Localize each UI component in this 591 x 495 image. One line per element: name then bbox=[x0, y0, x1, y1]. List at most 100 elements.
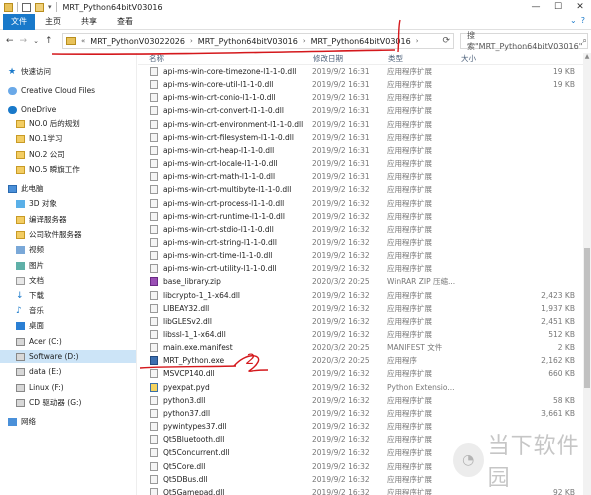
chevron-down-icon[interactable]: ▾ bbox=[48, 3, 52, 11]
file-row[interactable]: libssl-1_1-x64.dll 2019/9/2 16:32 应用程序扩展 51… bbox=[138, 328, 583, 341]
file-row[interactable]: libcrypto-1_1-x64.dll 2019/9/2 16:32 应用程序扩… bbox=[138, 289, 583, 302]
file-row[interactable]: LIBEAY32.dll 2019/9/2 16:32 应用程序扩展 1,937 KB bbox=[138, 302, 583, 315]
chevron-right-icon[interactable]: › bbox=[414, 37, 421, 45]
column-type[interactable]: 类型 bbox=[388, 53, 403, 64]
sidebar-item-folder[interactable]: 编译服务器 bbox=[16, 213, 67, 226]
sidebar-item-label: 网络 bbox=[21, 417, 36, 426]
file-row[interactable]: python37.dll 2019/9/2 16:32 应用程序扩展 3,661 KB bbox=[138, 407, 583, 420]
breadcrumb[interactable]: MRT_Python64bitV03016 bbox=[195, 37, 301, 46]
sidebar-item-pictures[interactable]: 图片 bbox=[16, 259, 44, 272]
breadcrumb[interactable]: MRT_Python64bitV03016 bbox=[308, 37, 414, 46]
sidebar-item-drive-e[interactable]: data (E:) bbox=[16, 365, 61, 378]
sidebar-item-folder[interactable]: NO.2 公司 bbox=[16, 148, 65, 161]
sidebar-item-music[interactable]: ♪ 音乐 bbox=[16, 304, 44, 317]
back-arrow-icon[interactable]: ← bbox=[6, 36, 14, 46]
address-bar[interactable]: « MRT_PythonV03022026 › MRT_Python64bitV… bbox=[62, 33, 454, 49]
sidebar-item-desktop[interactable]: 桌面 bbox=[16, 319, 44, 332]
sidebar-item-network[interactable]: 网络 bbox=[8, 415, 36, 428]
file-row[interactable]: api-ms-win-crt-time-l1-1-0.dll 2019/9/2 1… bbox=[138, 249, 583, 262]
properties-icon[interactable] bbox=[22, 2, 31, 12]
column-date[interactable]: 修改日期 bbox=[313, 53, 343, 64]
file-row[interactable]: api-ms-win-crt-string-l1-1-0.dll 2019/9/2… bbox=[138, 236, 583, 249]
file-row[interactable]: api-ms-win-crt-process-l1-1-0.dll 2019/9/… bbox=[138, 197, 583, 210]
file-date: 2019/9/2 16:32 bbox=[312, 264, 370, 274]
file-row[interactable]: api-ms-win-crt-stdio-l1-1-0.dll 2019/9/2 … bbox=[138, 223, 583, 236]
file-date: 2019/9/2 16:31 bbox=[312, 119, 370, 129]
sidebar-item-downloads[interactable]: ↓ 下载 bbox=[16, 289, 44, 302]
quick-access-toolbar: ▾ bbox=[0, 2, 57, 12]
file-row[interactable]: base_library.zip 2020/3/2 20:25 WinRAR ZIP… bbox=[138, 275, 583, 288]
new-folder-icon[interactable] bbox=[35, 2, 44, 12]
column-name[interactable]: 名称 bbox=[149, 53, 164, 64]
separator bbox=[55, 2, 57, 12]
file-row[interactable]: api-ms-win-core-util-l1-1-0.dll 2019/9/2 … bbox=[138, 78, 583, 91]
help-icon[interactable]: ? bbox=[581, 16, 585, 25]
sidebar-item-onedrive[interactable]: OneDrive bbox=[8, 103, 56, 116]
expand-ribbon-icon[interactable]: ⌄ bbox=[570, 16, 577, 25]
tab-home[interactable]: 主页 bbox=[35, 16, 71, 27]
file-row[interactable]: api-ms-win-crt-heap-l1-1-0.dll 2019/9/2 1… bbox=[138, 144, 583, 157]
sidebar-item-videos[interactable]: 视频 bbox=[16, 243, 44, 256]
chevron-right-icon[interactable]: › bbox=[301, 37, 308, 45]
tab-share[interactable]: 共享 bbox=[71, 16, 107, 27]
sidebar-item-3d-objects[interactable]: 3D 对象 bbox=[16, 197, 57, 210]
file-name: Qt5Concurrent.dll bbox=[163, 448, 230, 458]
minimize-button[interactable]: — bbox=[525, 0, 547, 14]
file-icon bbox=[150, 67, 158, 76]
sidebar-item-drive-g[interactable]: CD 驱动器 (G:) bbox=[16, 396, 81, 409]
file-row[interactable]: libGLESv2.dll 2019/9/2 16:32 应用程序扩展 2,451 K… bbox=[138, 315, 583, 328]
close-button[interactable]: ✕ bbox=[569, 0, 591, 14]
chevron-left-icon[interactable]: « bbox=[79, 37, 87, 45]
chevron-right-icon[interactable]: › bbox=[188, 37, 195, 45]
sidebar-item-creative-cloud[interactable]: Creative Cloud Files bbox=[8, 84, 95, 97]
file-row[interactable]: api-ms-win-crt-multibyte-l1-1-0.dll 2019/… bbox=[138, 183, 583, 196]
ribbon-right: ⌄ ? bbox=[570, 16, 585, 25]
file-row[interactable]: api-ms-win-crt-conio-l1-1-0.dll 2019/9/2 … bbox=[138, 91, 583, 104]
sidebar-item-folder[interactable]: NO.0 后的规划 bbox=[16, 117, 80, 130]
sidebar-item-drive-c[interactable]: Acer (C:) bbox=[16, 335, 62, 348]
folder-icon bbox=[16, 165, 25, 174]
recent-chevron-icon[interactable]: ⌄ bbox=[33, 37, 39, 45]
file-row[interactable]: MSVCP140.dll 2019/9/2 16:32 应用程序扩展 660 KB bbox=[138, 367, 583, 380]
file-icon bbox=[150, 172, 158, 182]
refresh-icon[interactable]: ⟳ bbox=[442, 36, 450, 46]
tab-file[interactable]: 文件 bbox=[3, 13, 35, 30]
file-row[interactable]: python3.dll 2019/9/2 16:32 应用程序扩展 58 KB bbox=[138, 394, 583, 407]
search-input[interactable]: 搜索"MRT_Python64bitV03016" ⌕ bbox=[460, 31, 588, 51]
forward-arrow-icon[interactable]: → bbox=[20, 36, 28, 46]
sidebar-item-drive-f[interactable]: Linux (F:) bbox=[16, 381, 64, 394]
file-icon bbox=[150, 474, 158, 484]
python-file-icon bbox=[150, 382, 158, 392]
sidebar-item-drive-d[interactable]: Software (D:) bbox=[0, 350, 136, 363]
file-date: 2019/9/2 16:31 bbox=[312, 132, 370, 142]
up-arrow-icon[interactable]: ↑ bbox=[45, 36, 53, 46]
file-row[interactable]: api-ms-win-crt-runtime-l1-1-0.dll 2019/9/… bbox=[138, 210, 583, 223]
file-row[interactable]: api-ms-win-crt-math-l1-1-0.dll 2019/9/2 1… bbox=[138, 170, 583, 183]
file-row[interactable]: api-ms-win-crt-convert-l1-1-0.dll 2019/9/… bbox=[138, 104, 583, 117]
scrollbar-thumb[interactable] bbox=[584, 248, 590, 388]
column-size[interactable]: 大小 bbox=[461, 53, 476, 64]
file-type: 应用程序扩展 bbox=[387, 422, 432, 432]
sidebar-item-documents[interactable]: 文档 bbox=[16, 274, 44, 287]
sidebar-item-this-pc[interactable]: 此电脑 bbox=[8, 182, 44, 195]
sidebar-item-folder[interactable]: 公司软件服务器 bbox=[16, 228, 82, 241]
tab-view[interactable]: 查看 bbox=[107, 16, 143, 27]
file-row[interactable]: api-ms-win-crt-filesystem-l1-1-0.dll 2019… bbox=[138, 131, 583, 144]
file-row[interactable]: main.exe.manifest 2020/3/2 20:25 MANIFEST … bbox=[138, 341, 583, 354]
file-icon bbox=[150, 251, 158, 261]
sidebar-item-folder[interactable]: NO.5 瞬旗工作 bbox=[16, 163, 80, 176]
breadcrumb[interactable]: MRT_PythonV03022026 bbox=[87, 37, 188, 46]
file-type: 应用程序扩展 bbox=[387, 330, 432, 339]
sidebar-item-quick-access[interactable]: ★ 快速访问 bbox=[8, 65, 51, 78]
scroll-up-icon[interactable]: ▲ bbox=[583, 53, 591, 61]
file-row[interactable]: api-ms-win-crt-utility-l1-1-0.dll 2019/9/… bbox=[138, 262, 583, 275]
file-row[interactable]: api-ms-win-crt-environment-l1-1-0.dll 201… bbox=[138, 118, 583, 131]
file-row[interactable]: api-ms-win-crt-locale-l1-1-0.dll 2019/9/2… bbox=[138, 157, 583, 170]
file-size: 2,162 KB bbox=[541, 356, 575, 366]
maximize-button[interactable]: ☐ bbox=[547, 0, 569, 14]
file-row[interactable]: MRT_Python.exe 2020/3/2 20:25 应用程序 2,162 KB bbox=[138, 354, 583, 367]
sidebar-item-folder[interactable]: NO.1学习 bbox=[16, 132, 62, 145]
file-row[interactable]: pyexpat.pyd 2019/9/2 16:32 Python Extensio… bbox=[138, 381, 583, 394]
file-date: 2020/3/2 20:25 bbox=[312, 277, 370, 287]
file-row[interactable]: api-ms-win-core-timezone-l1-1-0.dll 2019/… bbox=[138, 65, 583, 78]
